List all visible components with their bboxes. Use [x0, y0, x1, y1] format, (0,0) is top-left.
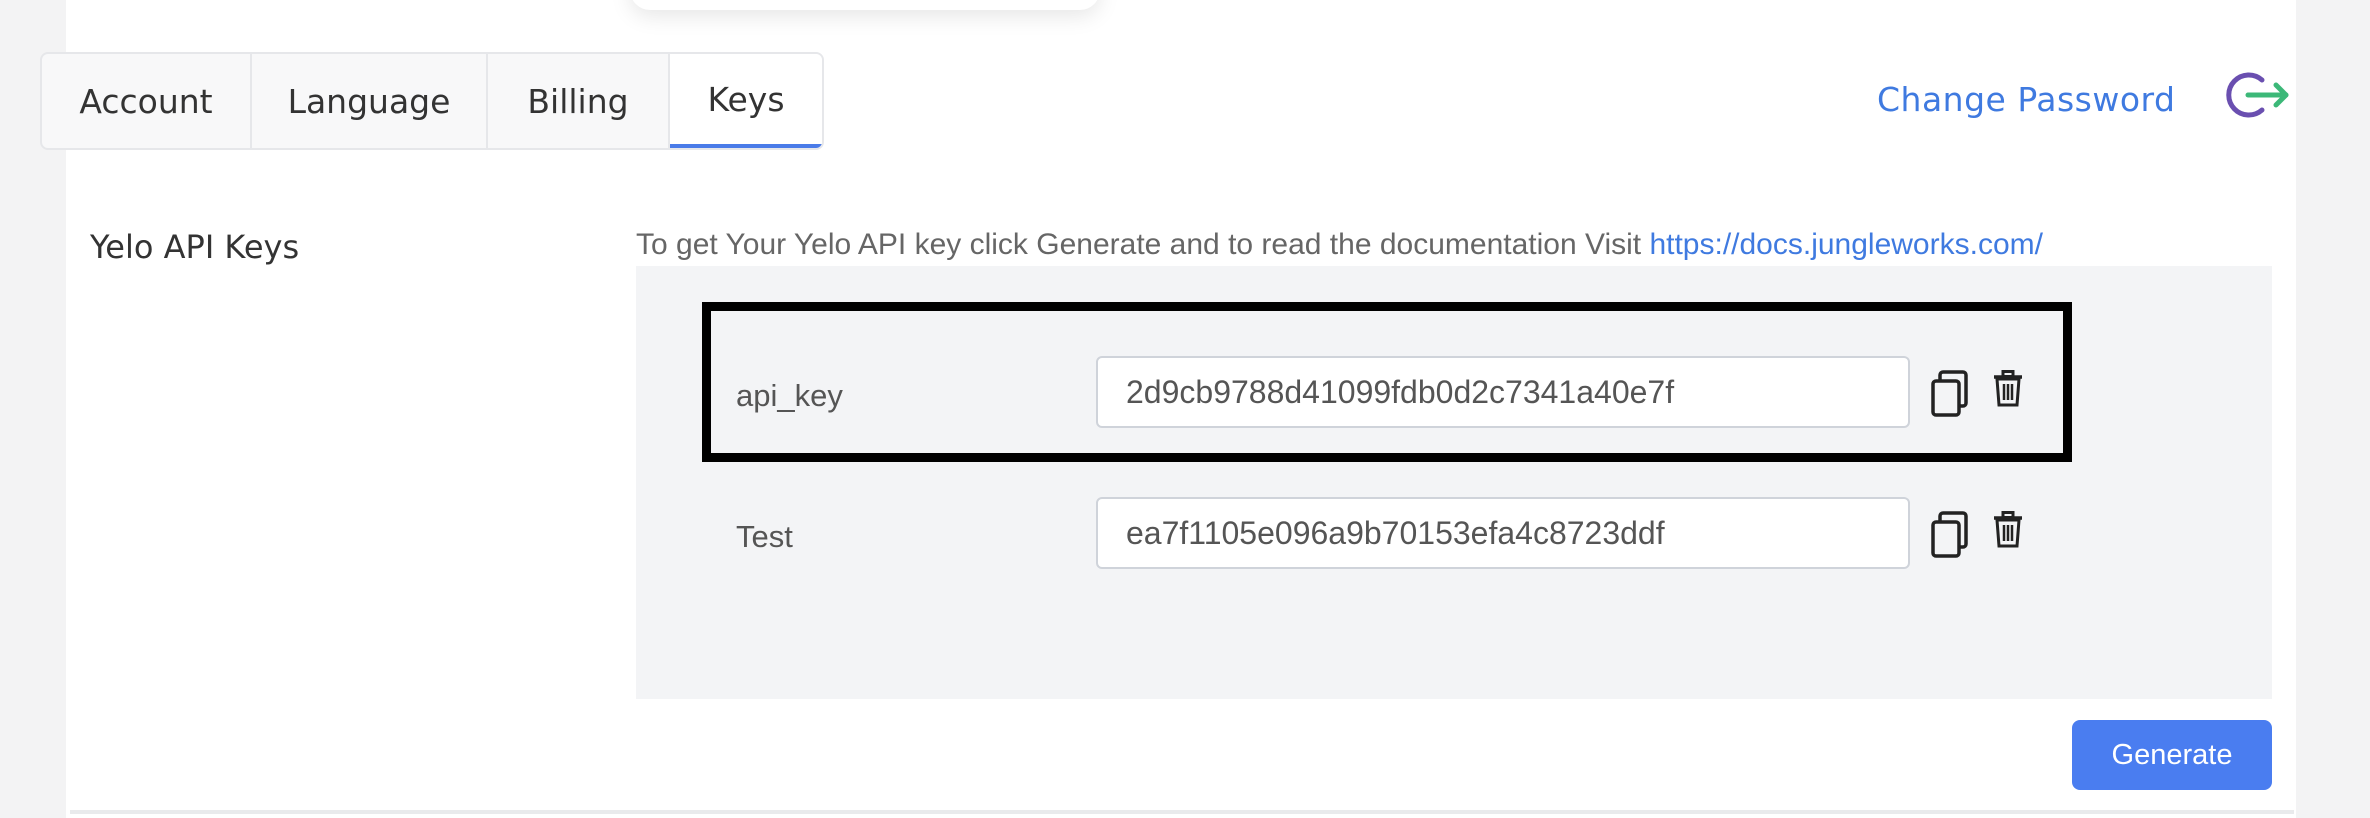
keys-panel: api_key Test: [636, 266, 2272, 699]
section-title: Yelo API Keys: [90, 228, 300, 266]
key-row: api_key: [636, 356, 2272, 436]
key-name: api_key: [736, 378, 843, 413]
tab-language[interactable]: Language: [252, 54, 488, 148]
docs-link[interactable]: https://docs.jungleworks.com/: [1649, 228, 2043, 261]
copy-icon[interactable]: [1930, 370, 1970, 418]
trash-icon[interactable]: [1992, 370, 2024, 408]
instructions-label: To get Your Yelo API key click Generate …: [636, 228, 1650, 261]
divider: [70, 810, 2294, 814]
tab-keys[interactable]: Keys: [670, 54, 822, 148]
generate-button[interactable]: Generate: [2072, 720, 2272, 790]
settings-tabs: Account Language Billing Keys: [40, 52, 824, 150]
key-row: Test: [636, 497, 2272, 577]
change-password-link[interactable]: Change Password: [1877, 80, 2175, 119]
key-name: Test: [736, 519, 793, 554]
trash-icon[interactable]: [1992, 511, 2024, 549]
api-key-input[interactable]: [1096, 356, 1910, 428]
tab-account[interactable]: Account: [42, 54, 252, 148]
copy-icon[interactable]: [1930, 511, 1970, 559]
logout-icon[interactable]: [2224, 68, 2292, 122]
test-key-input[interactable]: [1096, 497, 1910, 569]
instructions-text: To get Your Yelo API key click Generate …: [636, 228, 2043, 262]
top-dropdown-shadow: [630, 0, 1100, 10]
tab-billing[interactable]: Billing: [488, 54, 670, 148]
